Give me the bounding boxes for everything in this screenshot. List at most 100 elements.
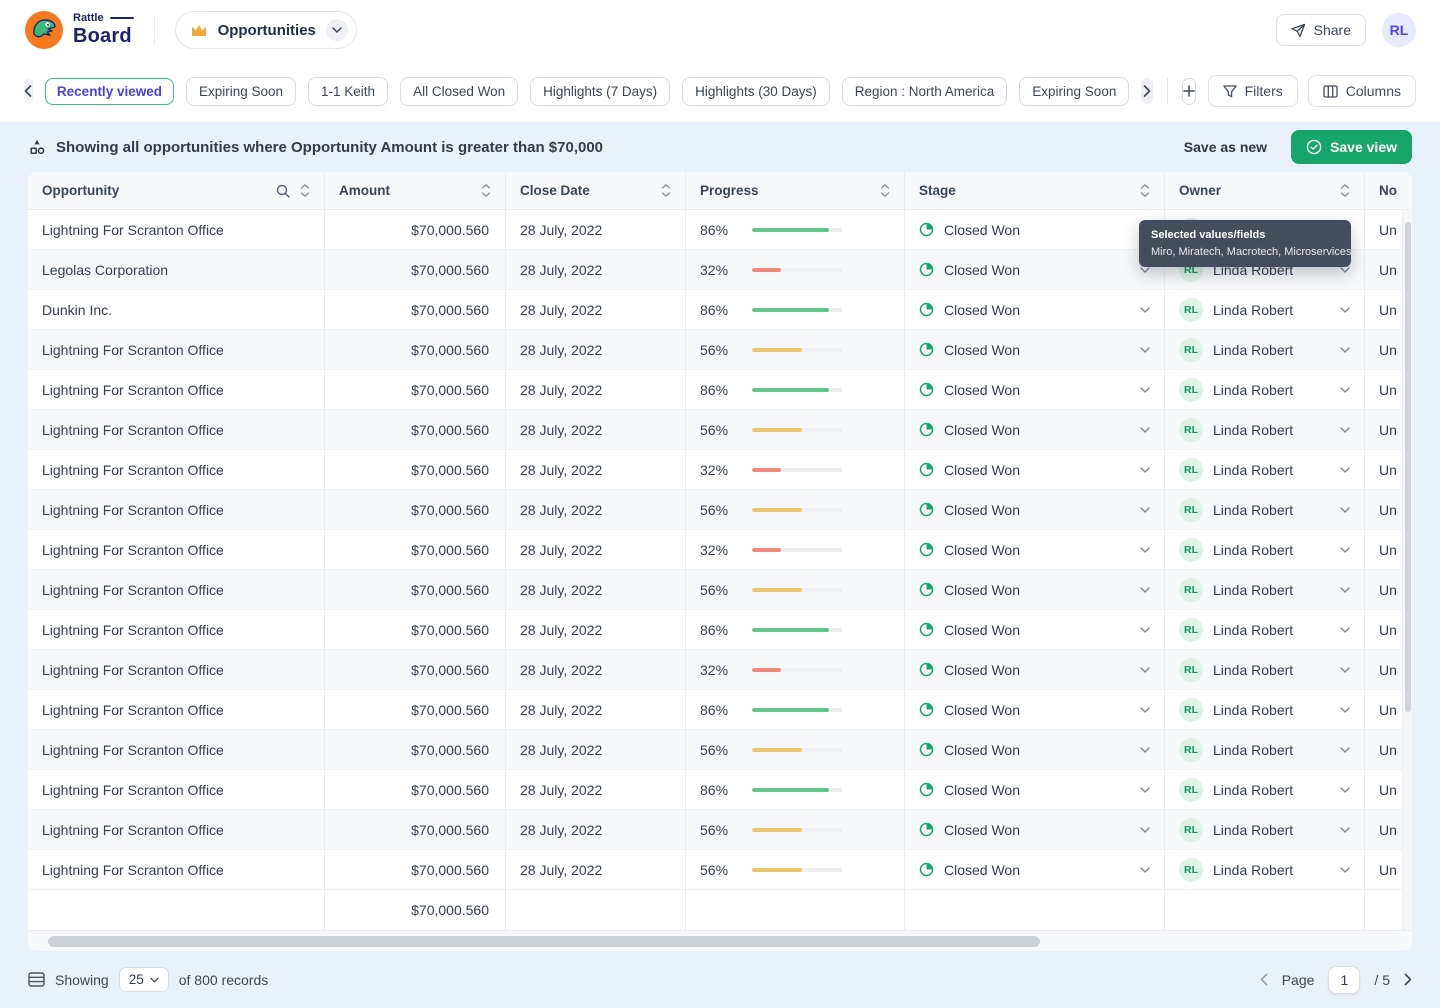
table-row[interactable]: Dunkin Inc. $70,000.560 28 July, 2022 86…	[28, 290, 1412, 330]
stage-cell[interactable]: Closed Won	[905, 810, 1165, 849]
column-header-clipped[interactable]: No	[1365, 172, 1412, 209]
opportunity-cell[interactable]: Lightning For Scranton Office	[28, 850, 325, 889]
opportunity-cell[interactable]: Legolas Corporation	[28, 250, 325, 289]
close-date-cell[interactable]: 28 July, 2022	[506, 570, 686, 609]
owner-dropdown-icon[interactable]	[1340, 787, 1350, 793]
table-row[interactable]: Lightning For Scranton Office $70,000.56…	[28, 570, 1412, 610]
column-header-close-date[interactable]: Close Date	[506, 172, 686, 209]
owner-cell[interactable]: RL Linda Robert	[1165, 450, 1365, 489]
column-header-amount[interactable]: Amount	[325, 172, 506, 209]
owner-dropdown-icon[interactable]	[1340, 387, 1350, 393]
amount-cell[interactable]: $70,000.560	[325, 250, 506, 289]
close-date-cell[interactable]: 28 July, 2022	[506, 610, 686, 649]
sort-icon[interactable]	[481, 183, 491, 198]
close-date-cell[interactable]: 28 July, 2022	[506, 730, 686, 769]
close-date-cell[interactable]: 28 July, 2022	[506, 450, 686, 489]
filters-button[interactable]: Filters	[1208, 75, 1298, 107]
owner-dropdown-icon[interactable]	[1340, 627, 1350, 633]
view-tab[interactable]: Expiring Soon	[186, 77, 296, 106]
owner-cell[interactable]: RL Linda Robert	[1165, 370, 1365, 409]
close-date-cell[interactable]: 28 July, 2022	[506, 850, 686, 889]
amount-cell[interactable]: $70,000.560	[325, 410, 506, 449]
column-header-progress[interactable]: Progress	[686, 172, 905, 209]
table-row[interactable]: Lightning For Scranton Office $70,000.56…	[28, 850, 1412, 890]
stage-cell[interactable]: Closed Won	[905, 330, 1165, 369]
table-row[interactable]: Lightning For Scranton Office $70,000.56…	[28, 450, 1412, 490]
sort-icon[interactable]	[1340, 183, 1350, 198]
close-date-cell[interactable]: 28 July, 2022	[506, 330, 686, 369]
close-date-cell[interactable]: 28 July, 2022	[506, 410, 686, 449]
stage-cell[interactable]: Closed Won	[905, 850, 1165, 889]
sort-icon[interactable]	[1140, 183, 1150, 198]
amount-cell[interactable]: $70,000.560	[325, 690, 506, 729]
opportunity-cell[interactable]: Lightning For Scranton Office	[28, 570, 325, 609]
sort-icon[interactable]	[880, 183, 890, 198]
owner-cell[interactable]: RL Linda Robert	[1165, 770, 1365, 809]
column-header-stage[interactable]: Stage	[905, 172, 1165, 209]
stage-cell[interactable]: Closed Won	[905, 250, 1165, 289]
owner-dropdown-icon[interactable]	[1340, 747, 1350, 753]
save-view-button[interactable]: Save view	[1291, 130, 1412, 164]
search-icon[interactable]	[276, 184, 290, 198]
owner-cell[interactable]: RL Linda Robert	[1165, 810, 1365, 849]
amount-cell[interactable]: $70,000.560	[325, 330, 506, 369]
view-tab[interactable]: Highlights (7 Days)	[530, 77, 670, 106]
page-number-input[interactable]	[1328, 966, 1360, 994]
amount-cell[interactable]: $70,000.560	[325, 570, 506, 609]
amount-cell[interactable]: $70,000.560	[325, 290, 506, 329]
owner-dropdown-icon[interactable]	[1340, 467, 1350, 473]
add-view-button[interactable]	[1182, 78, 1196, 105]
view-tab[interactable]: Region : North America	[842, 77, 1008, 106]
owner-dropdown-icon[interactable]	[1340, 587, 1350, 593]
vertical-scrollbar-thumb[interactable]	[1405, 222, 1411, 712]
opportunity-cell[interactable]: Lightning For Scranton Office	[28, 810, 325, 849]
owner-cell[interactable]: RL Linda Robert	[1165, 290, 1365, 329]
table-row[interactable]: Lightning For Scranton Office $70,000.56…	[28, 770, 1412, 810]
owner-cell[interactable]: RL Linda Robert	[1165, 410, 1365, 449]
view-tab[interactable]: Recently viewed	[45, 78, 174, 105]
opportunity-cell[interactable]: Lightning For Scranton Office	[28, 690, 325, 729]
stage-dropdown-icon[interactable]	[1140, 587, 1150, 593]
stage-cell[interactable]: Closed Won	[905, 210, 1165, 249]
close-date-cell[interactable]: 28 July, 2022	[506, 690, 686, 729]
previous-page-button[interactable]	[1260, 973, 1268, 986]
view-tab[interactable]: Expiring Soon	[1019, 77, 1129, 106]
amount-cell[interactable]: $70,000.560	[325, 850, 506, 889]
table-row[interactable]: Lightning For Scranton Office $70,000.56…	[28, 810, 1412, 850]
opportunity-cell[interactable]: Lightning For Scranton Office	[28, 490, 325, 529]
stage-cell[interactable]: Closed Won	[905, 410, 1165, 449]
stage-dropdown-icon[interactable]	[1140, 627, 1150, 633]
stage-dropdown-icon[interactable]	[1140, 387, 1150, 393]
view-tab[interactable]: All Closed Won	[400, 77, 518, 106]
close-date-cell[interactable]: 28 July, 2022	[506, 290, 686, 329]
opportunity-cell[interactable]: Lightning For Scranton Office	[28, 210, 325, 249]
amount-cell[interactable]: $70,000.560	[325, 810, 506, 849]
stage-dropdown-icon[interactable]	[1140, 547, 1150, 553]
table-row[interactable]: Lightning For Scranton Office $70,000.56…	[28, 330, 1412, 370]
opportunity-cell[interactable]: Lightning For Scranton Office	[28, 330, 325, 369]
owner-dropdown-icon[interactable]	[1340, 267, 1350, 273]
view-tab[interactable]: 1-1 Keith	[308, 77, 388, 106]
close-date-cell[interactable]: 28 July, 2022	[506, 370, 686, 409]
stage-cell[interactable]: Closed Won	[905, 290, 1165, 329]
owner-cell[interactable]: RL Linda Robert	[1165, 650, 1365, 689]
owner-cell[interactable]: RL Linda Robert	[1165, 490, 1365, 529]
owner-dropdown-icon[interactable]	[1340, 827, 1350, 833]
stage-dropdown-icon[interactable]	[1140, 787, 1150, 793]
close-date-cell[interactable]: 28 July, 2022	[506, 770, 686, 809]
table-row[interactable]: Lightning For Scranton Office $70,000.56…	[28, 610, 1412, 650]
stage-dropdown-icon[interactable]	[1140, 267, 1150, 273]
stage-dropdown-icon[interactable]	[1140, 467, 1150, 473]
tabs-scroll-right-button[interactable]	[1141, 78, 1153, 104]
stage-dropdown-icon[interactable]	[1140, 867, 1150, 873]
stage-dropdown-icon[interactable]	[1140, 427, 1150, 433]
owner-cell[interactable]: RL Linda Robert	[1165, 570, 1365, 609]
stage-dropdown-icon[interactable]	[1140, 307, 1150, 313]
opportunity-cell[interactable]: Lightning For Scranton Office	[28, 650, 325, 689]
close-date-cell[interactable]: 28 July, 2022	[506, 210, 686, 249]
stage-cell[interactable]: Closed Won	[905, 530, 1165, 569]
amount-cell[interactable]: $70,000.560	[325, 610, 506, 649]
vertical-scrollbar[interactable]	[1402, 210, 1412, 930]
stage-cell[interactable]: Closed Won	[905, 690, 1165, 729]
stage-cell[interactable]: Closed Won	[905, 730, 1165, 769]
